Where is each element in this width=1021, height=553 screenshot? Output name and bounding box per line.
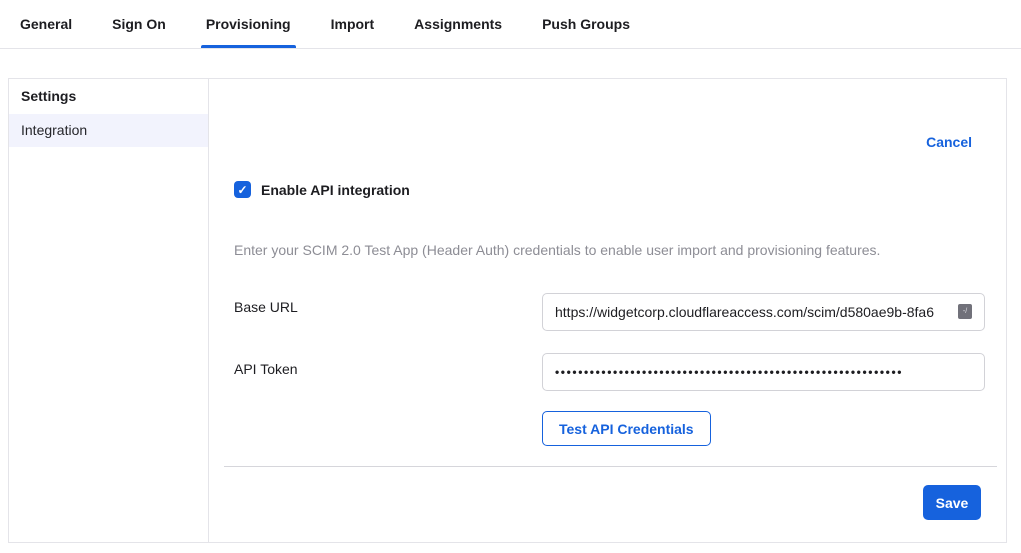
tab-sign-on[interactable]: Sign On [110, 0, 168, 48]
provisioning-settings-card: Settings Integration Cancel ✓ Enable API… [8, 78, 1007, 543]
base-url-input[interactable] [542, 293, 985, 331]
text-overflow-indicator-icon: -/ [958, 304, 972, 319]
credentials-description-text: Enter your SCIM 2.0 Test App (Header Aut… [234, 242, 982, 258]
sidebar-header: Settings [9, 79, 208, 114]
enable-api-integration-checkbox[interactable]: ✓ [234, 181, 251, 198]
tab-general[interactable]: General [18, 0, 74, 48]
api-token-label: API Token [234, 361, 298, 377]
enable-api-integration-row: ✓ Enable API integration [234, 181, 410, 198]
save-button[interactable]: Save [923, 485, 981, 520]
integration-settings-panel: Cancel ✓ Enable API integration Enter yo… [210, 79, 1006, 542]
settings-sidebar: Settings Integration [9, 79, 209, 542]
sidebar-item-integration[interactable]: Integration [9, 114, 208, 147]
footer-divider [224, 466, 997, 467]
base-url-input-wrap: -/ [542, 293, 985, 331]
checkmark-icon: ✓ [237, 184, 247, 196]
api-token-input-wrap [542, 353, 985, 391]
base-url-label: Base URL [234, 299, 298, 315]
tab-assignments[interactable]: Assignments [412, 0, 504, 48]
tab-provisioning[interactable]: Provisioning [204, 0, 293, 48]
app-tab-bar: General Sign On Provisioning Import Assi… [0, 0, 1021, 49]
api-token-input[interactable] [542, 353, 985, 391]
tab-import[interactable]: Import [329, 0, 377, 48]
cancel-link[interactable]: Cancel [926, 134, 972, 150]
test-api-credentials-button[interactable]: Test API Credentials [542, 411, 711, 446]
tab-push-groups[interactable]: Push Groups [540, 0, 632, 48]
enable-api-integration-label: Enable API integration [261, 182, 410, 198]
